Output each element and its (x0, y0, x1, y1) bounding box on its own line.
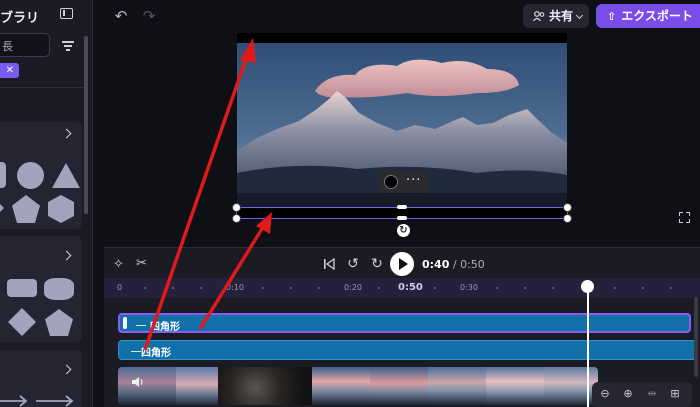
share-button[interactable]: 共有 (523, 4, 589, 28)
ruler-label: 0 (117, 283, 123, 292)
shape-partial[interactable] (0, 196, 4, 220)
ruler-tick (434, 287, 436, 289)
video-thumbnail (176, 367, 218, 405)
shape-circle[interactable] (17, 162, 44, 189)
divider (0, 87, 84, 88)
more-options-icon[interactable]: ··· (406, 173, 421, 188)
scissors-icon[interactable]: ✂ (136, 257, 150, 271)
timeline-scrollbar[interactable] (694, 297, 698, 377)
current-time: 0:40 (422, 258, 450, 271)
content-library-panel: ブラリ 長 ✕ (0, 0, 93, 407)
resize-handle-bottom-left[interactable] (232, 214, 241, 223)
clip-trim-handle[interactable] (123, 317, 127, 329)
shape-rounded-rect[interactable] (7, 279, 37, 297)
video-thumbnail (118, 367, 176, 405)
resize-handle-top-left[interactable] (232, 203, 241, 212)
shape-pentagon[interactable] (12, 195, 40, 223)
upload-icon: ⇧ (607, 10, 617, 23)
zoom-in-icon[interactable]: ⊕ (621, 387, 635, 401)
shape-color-toolbar[interactable]: ··· (378, 171, 428, 193)
clip-label: 四角形 (141, 348, 171, 359)
chevron-right-icon[interactable] (61, 364, 72, 375)
library-scrollbar[interactable] (84, 36, 88, 214)
arrow-shapes[interactable] (0, 394, 80, 407)
fit-width-icon[interactable]: ⇹ (645, 387, 659, 401)
ruler-label: 0:30 (460, 283, 478, 292)
timeline-clip-rectangle-selected[interactable]: 四角形 (118, 313, 691, 333)
rewind-5s-icon[interactable]: ↺ (346, 256, 360, 272)
ruler-tick (262, 287, 264, 289)
ruler-current-marker: 0:50 (398, 282, 423, 293)
shape-category-card[interactable] (0, 236, 82, 342)
resize-handle-bottom-right[interactable] (563, 214, 572, 223)
skip-to-start-icon[interactable] (323, 258, 335, 270)
ruler-label: 0:10 (226, 283, 244, 292)
magic-wand-icon[interactable]: ✧ (113, 258, 127, 272)
redo-icon[interactable]: ↷ (140, 7, 158, 25)
ruler-tick (670, 287, 672, 289)
rotate-handle-icon[interactable]: ↻ (397, 224, 410, 237)
ruler-tick (200, 287, 202, 289)
forward-5s-icon[interactable]: ↻ (370, 256, 384, 272)
ruler-tick (614, 287, 616, 289)
ruler-tick (290, 287, 292, 289)
shape-triangle[interactable] (52, 163, 80, 188)
chevron-right-icon[interactable] (61, 128, 72, 139)
ruler-tick (496, 287, 498, 289)
search-input[interactable]: 長 (0, 33, 50, 57)
chevron-down-icon (575, 11, 584, 20)
resize-handle-top[interactable] (397, 205, 407, 209)
shape-category-card[interactable] (0, 350, 82, 407)
timeline-zoom-toolbar: ⊖ ⊕ ⇹ ⊞ (592, 382, 692, 407)
clip-label: 四角形 (150, 322, 180, 333)
video-thumbnail (544, 367, 598, 405)
export-label: エクスポート (621, 9, 693, 23)
playhead-handle[interactable] (581, 280, 594, 293)
shape-hexagon[interactable] (48, 195, 74, 223)
playhead-line[interactable] (587, 286, 589, 407)
chevron-right-icon[interactable] (61, 250, 72, 261)
video-thumbnail (428, 367, 486, 405)
people-icon (533, 11, 545, 21)
ruler-tick (524, 287, 526, 289)
shape-cylinder[interactable] (44, 278, 74, 300)
expand-timeline-icon[interactable]: ⊞ (668, 387, 682, 401)
zoom-out-icon[interactable]: ⊖ (598, 387, 612, 401)
collapse-panel-icon[interactable] (60, 8, 73, 19)
shape-category-card[interactable] (0, 122, 82, 229)
library-title: ブラリ (0, 11, 40, 26)
time-display: 0:40 / 0:50 (422, 258, 485, 271)
filter-button[interactable] (56, 33, 80, 57)
ruler-tick (144, 287, 146, 289)
clear-filter-chip[interactable]: ✕ (0, 63, 19, 78)
clip-shape-icon (136, 325, 146, 326)
video-thumbnail (370, 367, 428, 405)
export-button[interactable]: ⇧ エクスポート (596, 4, 700, 28)
timeline-clip-rectangle[interactable]: 四角形 (118, 340, 698, 360)
ruler-label: 0:20 (344, 283, 362, 292)
speaker-icon[interactable] (131, 375, 145, 389)
shape-pentagon[interactable] (45, 309, 73, 336)
ruler-tick (552, 287, 554, 289)
resize-handle-top-right[interactable] (563, 203, 572, 212)
ruler-tick (318, 287, 320, 289)
video-thumbnail (312, 367, 370, 405)
play-button[interactable] (390, 252, 414, 276)
shape-diamond[interactable] (8, 308, 36, 336)
clip-shape-icon (131, 351, 141, 352)
fill-color-swatch[interactable] (384, 175, 398, 189)
video-thumbnail (486, 367, 544, 405)
ruler-tick (378, 287, 380, 289)
share-label: 共有 (549, 9, 574, 23)
video-thumbnail (218, 367, 312, 405)
shape-rounded-rect[interactable] (0, 162, 6, 188)
fullscreen-icon[interactable] (679, 212, 690, 223)
total-time: / 0:50 (449, 258, 485, 271)
undo-icon[interactable]: ↶ (112, 7, 130, 25)
timeline-video-clip[interactable] (118, 367, 598, 405)
resize-handle-bottom[interactable] (397, 216, 407, 220)
ruler-tick (642, 287, 644, 289)
ruler-tick (172, 287, 174, 289)
